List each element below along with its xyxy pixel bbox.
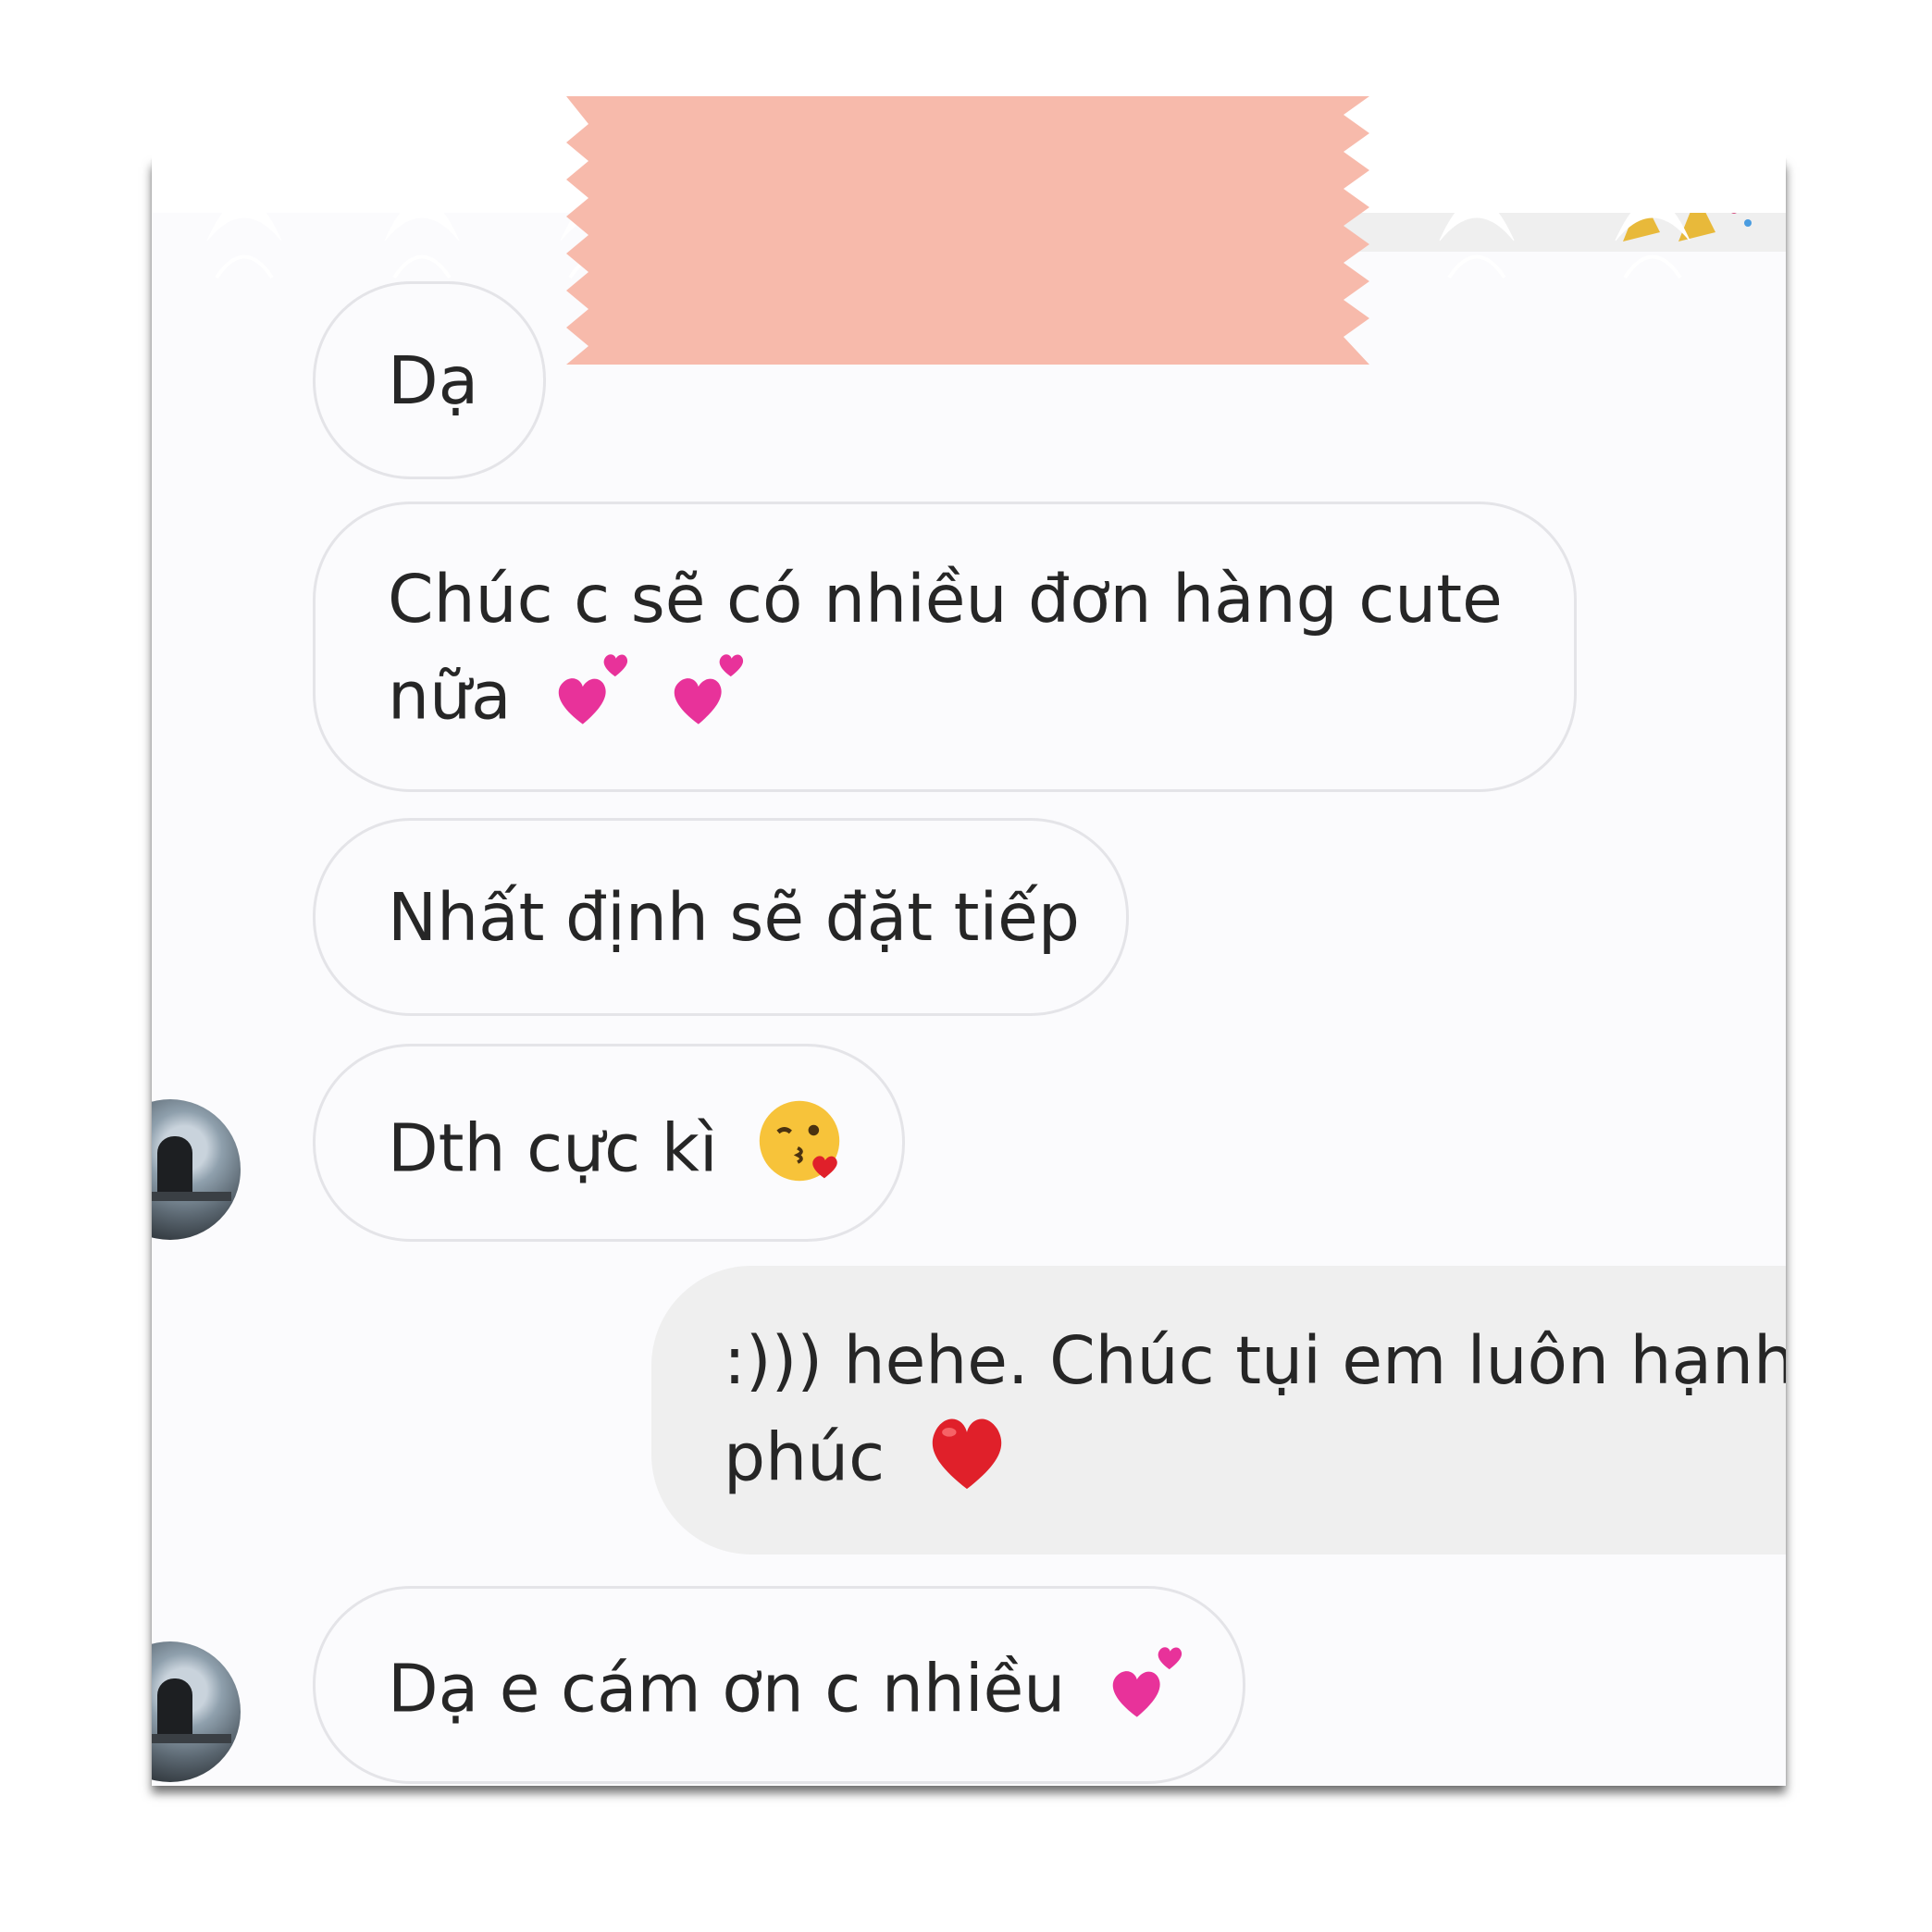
two-hearts-icon (549, 646, 634, 755)
two-hearts-icon (664, 646, 749, 755)
message-text: Dth cực kì (388, 1109, 718, 1187)
party-popper-icon (1614, 159, 1762, 252)
message-text: Dạ (388, 342, 479, 419)
message-text-line-1: Chúc c sẽ có nhiều đơn hàng cute (388, 561, 1503, 638)
message-bubble-outgoing[interactable]: :))) hehe. Chúc tụi em luôn hạnh phúc (651, 1266, 1786, 1554)
two-hearts-icon (1103, 1639, 1188, 1748)
contact-avatar[interactable] (152, 1099, 244, 1240)
message-bubble-incoming[interactable]: Dạ e cám ơn c nhiều (313, 1586, 1245, 1784)
message-text: Nhất định sẽ đặt tiếp (388, 879, 1080, 956)
message-bubble-incoming[interactable]: Nhất định sẽ đặt tiếp (313, 818, 1129, 1016)
message-text-line-2: nữa (388, 657, 512, 735)
message-text: Dạ e cám ơn c nhiều (388, 1650, 1066, 1728)
message-text-line-2: phúc (724, 1418, 886, 1496)
message-bubble-incoming[interactable]: Dth cực kì (313, 1044, 905, 1242)
message-text-line-1: :))) hehe. Chúc tụi em luôn hạnh (724, 1322, 1786, 1399)
red-heart-icon (923, 1407, 1011, 1517)
washi-tape (566, 96, 1369, 365)
message-bubble-incoming[interactable]: Chúc c sẽ có nhiều đơn hàng cute nữa (313, 502, 1577, 792)
contact-avatar[interactable] (152, 1641, 244, 1782)
chat-screenshot: Cám ơn e nhiều nhe Dạ Chúc c sẽ có nhiều… (152, 159, 1786, 1786)
message-bubble-incoming[interactable]: Dạ (313, 281, 546, 479)
kissing-face-icon (755, 1096, 844, 1209)
